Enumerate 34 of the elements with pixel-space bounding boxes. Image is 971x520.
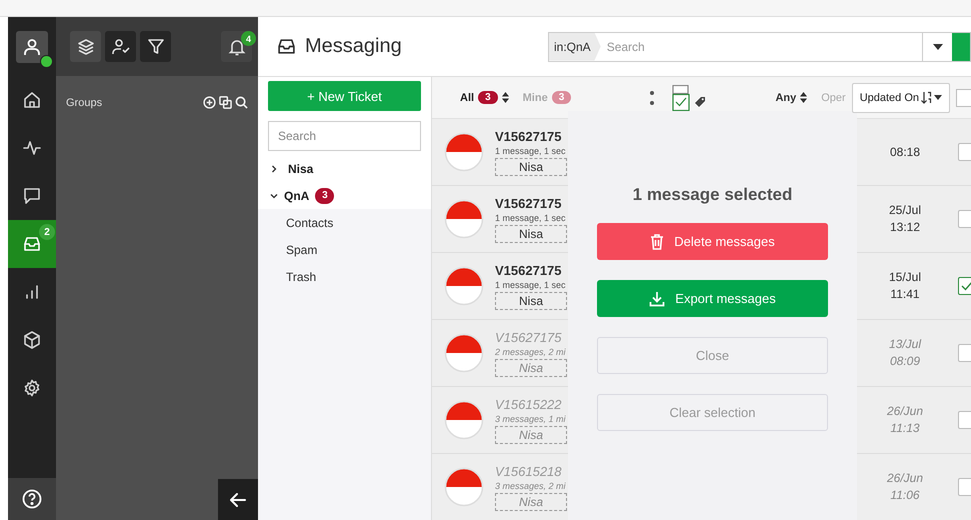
- folder-label: QnA: [284, 188, 310, 202]
- ticket-id: V15615222: [495, 396, 562, 412]
- assignee-tag: Nisa: [495, 358, 568, 376]
- assignee-tag: Nisa: [495, 426, 568, 444]
- ticket-time: 26/Jun 11:13: [886, 403, 924, 437]
- ticket-summary: 2 messages, 2 mi: [495, 346, 566, 356]
- ticket-time: 08:18: [888, 144, 922, 160]
- ticket-summary: 1 message, 1 sec: [495, 280, 566, 290]
- assignee-tag: Nisa: [495, 224, 568, 242]
- assignee-tag: Nisa: [495, 292, 568, 310]
- assignee-tag: Nisa: [495, 492, 568, 510]
- count-badge: 3: [315, 188, 334, 204]
- ticket-summary: 3 messages, 1 mi: [495, 414, 566, 424]
- count-badge: 3: [478, 91, 498, 104]
- page-title: Messaging: [305, 35, 402, 58]
- ticket-id: V15627175: [495, 330, 562, 344]
- count-badge: 3: [552, 91, 572, 104]
- ticket-summary: 3 messages, 2 mi: [495, 480, 566, 490]
- selection-title: 1 message selected: [632, 185, 792, 205]
- ticket-summary: 1 message, 1 sec: [495, 212, 566, 222]
- ticket-time: 26/Jun 11:06: [886, 470, 924, 504]
- assignee-tag: Nisa: [495, 158, 568, 176]
- groups-label: Groups: [66, 96, 102, 108]
- ticket-time: 15/Jul 11:41: [888, 269, 922, 303]
- ticket-time: 25/Jul 13:12: [888, 202, 922, 236]
- ticket-summary: 1 message, 1 sec: [495, 146, 566, 156]
- folder-label: Nisa: [288, 162, 314, 176]
- ticket-id: V15627175: [495, 196, 562, 210]
- ticket-time: 13/Jul 08:09: [888, 336, 922, 370]
- count-badge: 4: [241, 31, 256, 46]
- ticket-id: V15627175: [495, 262, 562, 278]
- ticket-id: V15627175: [495, 128, 562, 144]
- count-badge: 2: [39, 224, 55, 240]
- ticket-id: V15615218: [495, 464, 562, 478]
